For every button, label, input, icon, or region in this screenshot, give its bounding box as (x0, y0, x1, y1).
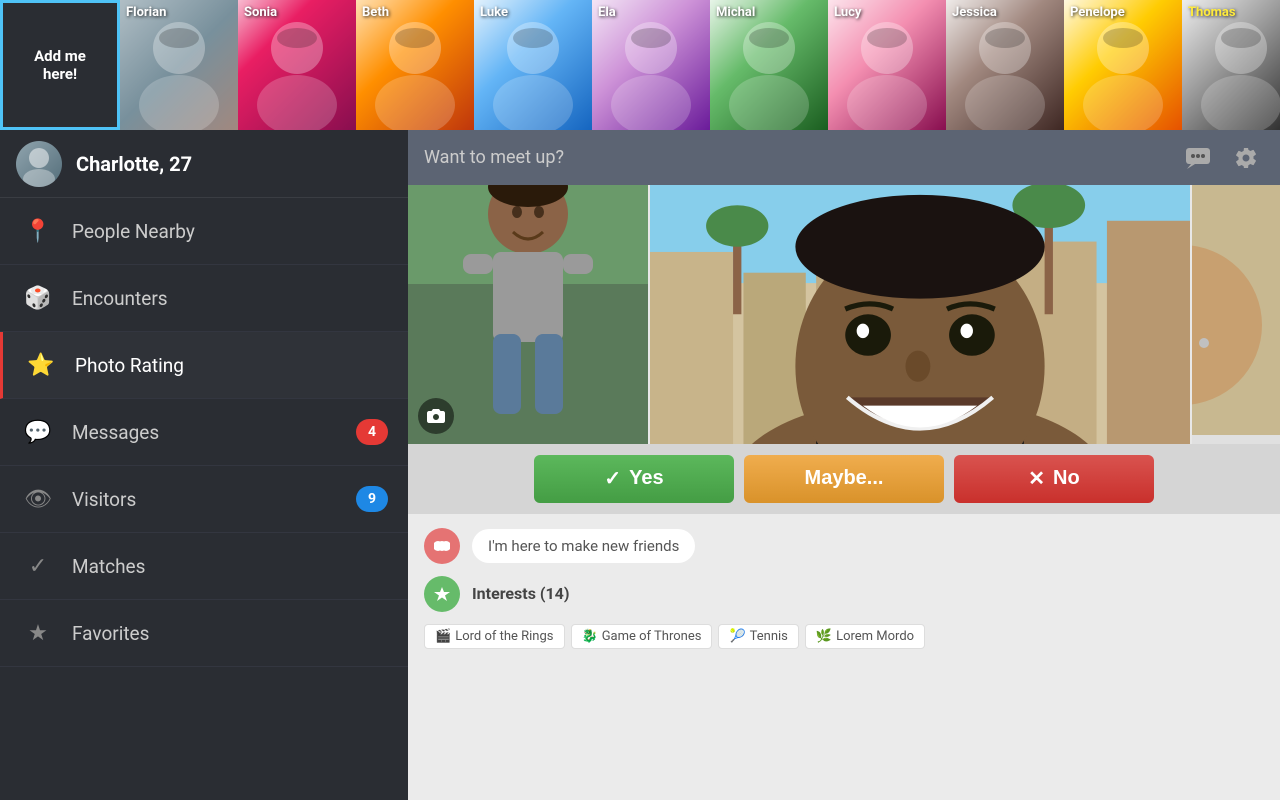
avatar-name: Michal (716, 5, 755, 20)
nav-label-matches: Matches (72, 555, 388, 578)
nav-label-people-nearby: People Nearby (72, 220, 388, 243)
sidebar-nav: 📍 People Nearby 🎲 Encounters ⭐ Photo Rating 💬 M… (0, 198, 408, 800)
nav-icon-favorites: ★ (20, 615, 56, 651)
avatar-name: Beth (362, 5, 389, 20)
sidebar-item-matches[interactable]: ✓ Matches (0, 533, 408, 600)
nav-icon-visitors: 👁 (20, 481, 56, 517)
avatar-beth[interactable]: Beth (356, 0, 474, 130)
photo-cell-1[interactable] (408, 185, 648, 444)
camera-badge[interactable] (418, 398, 454, 434)
avatar-name: Penelope (1070, 5, 1125, 20)
avatar-strip: Florian Sonia Beth Luke Ela Michal Lucy (120, 0, 1280, 130)
sidebar-item-favorites[interactable]: ★ Favorites (0, 600, 408, 667)
nav-label-favorites: Favorites (72, 622, 388, 645)
right-header: Want to meet up? (408, 130, 1280, 185)
nav-icon-encounters: 🎲 (20, 280, 56, 316)
sidebar-item-people-nearby[interactable]: 📍 People Nearby (0, 198, 408, 265)
nav-badge-visitors: 9 (356, 486, 388, 512)
status-row: I'm here to make new friends (424, 528, 1264, 564)
avatar-name: Florian (126, 5, 166, 20)
avatar-lucy[interactable]: Lucy (828, 0, 946, 130)
avatar-name: Sonia (244, 5, 277, 20)
avatar-jessica[interactable]: Jessica (946, 0, 1064, 130)
sidebar: Charlotte, 27 📍 People Nearby 🎲 Encounters ⭐… (0, 130, 408, 800)
nav-label-encounters: Encounters (72, 287, 388, 310)
photo-grid (408, 185, 1280, 444)
nav-label-visitors: Visitors (72, 488, 356, 511)
avatar (16, 141, 62, 187)
avatar-florian[interactable]: Florian (120, 0, 238, 130)
avatar-name: Thomas (1188, 5, 1236, 20)
chat-icon-button[interactable] (1180, 140, 1216, 176)
status-bubble: I'm here to make new friends (472, 529, 695, 563)
photo-cell-2[interactable] (648, 185, 1190, 444)
avatar-ela[interactable]: Ela (592, 0, 710, 130)
sidebar-item-encounters[interactable]: 🎲 Encounters (0, 265, 408, 332)
sidebar-item-photo-rating[interactable]: ⭐ Photo Rating (0, 332, 408, 399)
interest-tag: 🎾Tennis (718, 624, 798, 649)
interests-row: Interests (14) (424, 576, 1264, 612)
avatar-penelope[interactable]: Penelope (1064, 0, 1182, 130)
nav-icon-photo-rating: ⭐ (23, 347, 59, 383)
sidebar-item-visitors[interactable]: 👁 Visitors9 (0, 466, 408, 533)
yes-button[interactable]: ✓ Yes (534, 455, 734, 503)
avatar-name: Luke (480, 5, 508, 20)
interest-tags: 🎬Lord of the Rings🐉Game of Thrones🎾Tenni… (424, 624, 1264, 649)
nav-badge-messages: 4 (356, 419, 388, 445)
no-button[interactable]: ✕ No (954, 455, 1154, 503)
avatar-michal[interactable]: Michal (710, 0, 828, 130)
avatar-name: Jessica (952, 5, 997, 20)
avatar-name: Ela (598, 5, 616, 20)
nav-icon-people-nearby: 📍 (20, 213, 56, 249)
interest-tag: 🌿Lorem Mordo (805, 624, 925, 649)
avatar-luke[interactable]: Luke (474, 0, 592, 130)
interest-tag: 🎬Lord of the Rings (424, 624, 565, 649)
main-content: Charlotte, 27 📍 People Nearby 🎲 Encounters ⭐… (0, 130, 1280, 800)
sidebar-item-messages[interactable]: 💬 Messages4 (0, 399, 408, 466)
nav-label-photo-rating: Photo Rating (75, 354, 388, 377)
interests-icon (424, 576, 460, 612)
avatar-sonia[interactable]: Sonia (238, 0, 356, 130)
add-me-button[interactable]: Add me here! (0, 0, 120, 130)
photo-cell-3 (1190, 185, 1280, 444)
nav-label-messages: Messages (72, 421, 356, 444)
avatar-name: Lucy (834, 5, 861, 20)
top-bar: Add me here! Florian Sonia Beth Luke Ela… (0, 0, 1280, 130)
status-icon (424, 528, 460, 564)
interests-label: Interests (14) (472, 584, 569, 603)
nav-icon-messages: 💬 (20, 414, 56, 450)
maybe-button[interactable]: Maybe... (744, 455, 944, 503)
avatar-thomas[interactable]: Thomas (1182, 0, 1280, 130)
profile-name: Charlotte, 27 (76, 152, 192, 176)
interest-tag: 🐉Game of Thrones (571, 624, 713, 649)
right-panel: Want to meet up? (408, 130, 1280, 800)
settings-icon-button[interactable] (1228, 140, 1264, 176)
action-bar: ✓ Yes Maybe... ✕ No (408, 444, 1280, 514)
header-icons (1180, 140, 1264, 176)
profile-info: I'm here to make new friends Interests (… (408, 514, 1280, 800)
header-title: Want to meet up? (424, 147, 1180, 168)
nav-icon-matches: ✓ (20, 548, 56, 584)
sidebar-profile[interactable]: Charlotte, 27 (0, 130, 408, 198)
